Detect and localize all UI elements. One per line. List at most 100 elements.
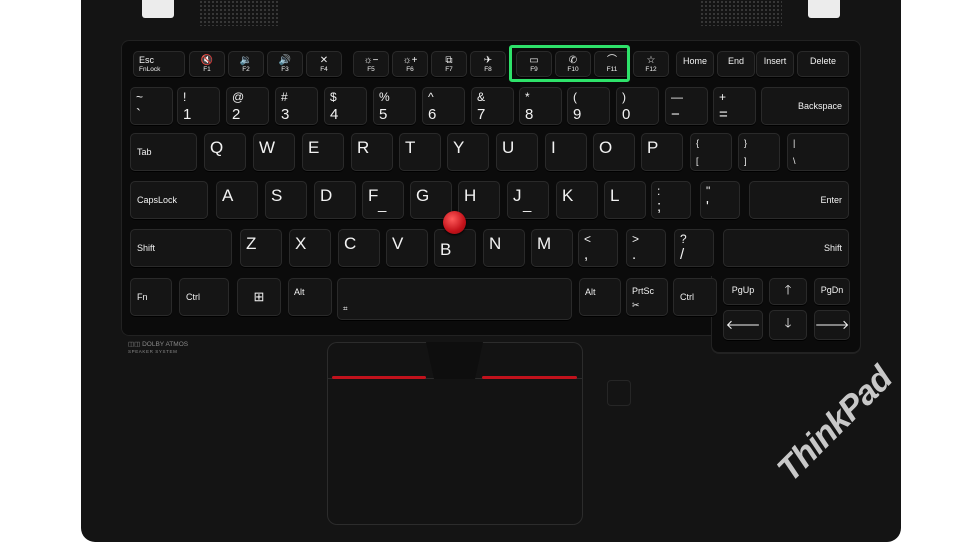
windows-key[interactable]: ⊞ [237,278,281,316]
number-key-2[interactable]: @2 [226,87,269,125]
f4-key[interactable]: ✕ F4 [306,51,342,77]
end-key[interactable]: End [717,51,755,77]
down-arrow-key[interactable]: 🡓 [769,310,807,340]
capslock-key[interactable]: CapsLock [130,181,208,219]
left-shift-key[interactable]: Shift [130,229,232,267]
left-ctrl-key[interactable]: Ctrl [179,278,229,316]
key-w[interactable]: W [253,133,295,171]
key-a[interactable]: A [216,181,258,219]
pgdn-key[interactable]: PgDn [814,278,850,305]
f11-key[interactable]: ⌒ F11 [594,51,630,77]
f9-icon: ▭ [529,55,539,66]
number-key-5[interactable]: % 5 [373,87,416,125]
f7-icon: ⧉ [445,55,453,66]
key-y[interactable]: Y [447,133,489,171]
insert-key[interactable]: Insert [756,51,794,77]
number-key-4[interactable]: $4 [324,87,367,125]
key-q[interactable]: Q [204,133,246,171]
number-key-3[interactable]: #3 [275,87,318,125]
number-key-bottom: 4 [330,106,339,123]
f12-key[interactable]: ☆ F12 [633,51,669,77]
number-key-top: — [671,90,683,104]
pgup-key[interactable]: PgUp [723,278,763,305]
key-d[interactable]: D [314,181,356,219]
key-k[interactable]: K [556,181,598,219]
key-f[interactable]: F _ [362,181,404,219]
space-bar[interactable]: ⌗ [337,278,572,320]
tab-key[interactable]: Tab [130,133,197,171]
f8-key[interactable]: ✈ F8 [470,51,506,77]
key-o[interactable]: O [593,133,635,171]
enter-key[interactable]: Enter [749,181,849,219]
number-key-6[interactable]: ^ 6 [422,87,465,125]
period-key[interactable]: > . [626,229,666,267]
key-c[interactable]: C [338,229,380,267]
number-key-7[interactable]: & 7 [471,87,514,125]
prtsc-key[interactable]: PrtSc ✂ [626,278,668,316]
f6-key[interactable]: ☼+ F6 [392,51,428,77]
key-l[interactable]: L [604,181,646,219]
comma-key[interactable]: < , [578,229,618,267]
key-m[interactable]: M [531,229,573,267]
bracket-key-2[interactable]: | \ [787,133,849,171]
left-alt-key[interactable]: Alt [288,278,332,316]
key-z[interactable]: Z [240,229,282,267]
esc-key[interactable]: Esc FnLock [133,51,185,77]
f2-key[interactable]: 🔉 F2 [228,51,264,77]
tab-label: Tab [137,147,152,157]
key-j[interactable]: J _ [507,181,549,219]
bracket-key-bottom: ] [744,156,747,166]
key-u[interactable]: U [496,133,538,171]
key-i[interactable]: I [545,133,587,171]
number-key-12[interactable]: + = [713,87,756,125]
f10-icon: ✆ [568,55,578,66]
home-bump-mark: _ [523,196,532,213]
f5-key[interactable]: ☼− F5 [353,51,389,77]
home-key[interactable]: Home [676,51,714,77]
quote-key[interactable]: " ' [700,181,740,219]
trackpoint[interactable] [443,211,466,234]
f10-key[interactable]: ✆ F10 [555,51,591,77]
bracket-key-0[interactable]: {[ [690,133,732,171]
number-key-bottom: = [719,106,728,123]
f9-key[interactable]: ▭ F9 [516,51,552,77]
number-key-top: % [379,90,390,104]
middle-mouse-button[interactable] [426,342,483,379]
key-p[interactable]: P [641,133,683,171]
f1-key[interactable]: 🔇 F1 [189,51,225,77]
f3-key[interactable]: 🔊 F3 [267,51,303,77]
right-ctrl-key[interactable]: Ctrl [673,278,717,316]
key-b[interactable]: B [434,229,476,267]
number-key-10[interactable]: ) 0 [616,87,659,125]
up-arrow-key[interactable]: 🡑 [769,278,807,305]
right-alt-key[interactable]: Alt [579,278,621,316]
number-key-0[interactable]: ~ ` [130,87,173,125]
delete-key[interactable]: Delete [797,51,849,77]
key-t[interactable]: T [399,133,441,171]
right-shift-key[interactable]: Shift [723,229,849,267]
backspace-key[interactable]: Backspace [761,87,849,125]
fingerprint-reader [607,380,631,406]
key-h[interactable]: H [458,181,500,219]
left-arrow-key[interactable]: 🡐 [723,310,763,340]
key-v[interactable]: V [386,229,428,267]
fn-key[interactable]: Fn [130,278,172,316]
bracket-key-1[interactable]: }] [738,133,780,171]
number-key-9[interactable]: (9 [567,87,610,125]
semicolon-key[interactable]: : ; [651,181,691,219]
f7-key[interactable]: ⧉ F7 [431,51,467,77]
key-n[interactable]: N [483,229,525,267]
key-r[interactable]: R [351,133,393,171]
key-v-label: V [392,234,404,253]
number-key-1[interactable]: ! 1 [177,87,220,125]
key-s[interactable]: S [265,181,307,219]
number-key-8[interactable]: * 8 [519,87,562,125]
key-q-label: Q [210,138,224,157]
key-x[interactable]: X [289,229,331,267]
key-e[interactable]: E [302,133,344,171]
number-key-bottom: 1 [183,106,192,123]
right-arrow-key[interactable]: 🡒 [814,310,850,340]
slash-key[interactable]: ? / [674,229,714,267]
key-u-label: U [502,138,515,157]
number-key-11[interactable]: — − [665,87,708,125]
